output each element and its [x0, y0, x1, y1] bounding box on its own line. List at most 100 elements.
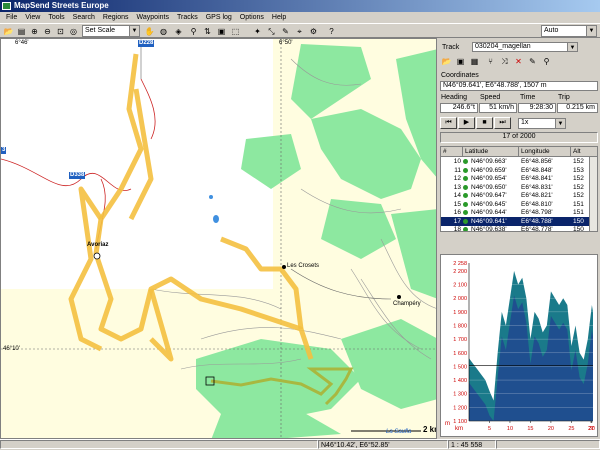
track-dropdown[interactable]: 030204_magellan ▼	[472, 42, 578, 52]
menu-search[interactable]: Search	[69, 12, 99, 23]
branch-icon[interactable]: ⑂	[485, 56, 496, 67]
col-altitude[interactable]: Alt	[571, 147, 597, 157]
status-coordinates: N46°10.42', E6°52.85'	[318, 440, 448, 449]
track-points-table[interactable]: # Latitude Longitude Alt 10 N46°09.663' E6…	[440, 146, 598, 232]
table-scrollbar[interactable]	[589, 157, 597, 231]
scale-dropdown[interactable]: Set Scale ▼	[82, 25, 140, 37]
binoculars-icon[interactable]: ⚲	[188, 26, 199, 37]
coordinates-field: N46°09.641', E6°48.788', 1507 m	[440, 81, 598, 91]
place-label: La Saufla	[386, 429, 412, 435]
row-number: 18	[453, 226, 461, 232]
globe-icon[interactable]: ◍	[158, 26, 169, 37]
y-tick-label: 2 200	[453, 269, 467, 275]
row-marker	[463, 225, 471, 231]
table-header: # Latitude Longitude Alt	[441, 147, 597, 157]
options-icon[interactable]: ⚙	[308, 26, 319, 37]
zoom-fit-icon[interactable]: ◎	[68, 26, 79, 37]
help-icon[interactable]: ?	[326, 26, 337, 37]
hand-pan-icon[interactable]: ✋	[144, 26, 155, 37]
y-tick-label: 1 300	[453, 392, 467, 398]
measure-icon[interactable]: ⌖	[294, 26, 305, 37]
y-tick-label: 1 900	[453, 310, 467, 316]
waypoint-icon[interactable]: ✦	[252, 26, 263, 37]
elevation-chart-canvas: 2 258 2 200 2 100 2 000 1 900 1 800 1 700 1 600…	[445, 261, 595, 432]
menu-view[interactable]: View	[21, 12, 44, 23]
menu-gps-log[interactable]: GPS log	[202, 12, 236, 23]
point-marker-icon	[463, 193, 468, 198]
map-canvas[interactable]	[1, 39, 437, 439]
fast-forward-button[interactable]: ⏭	[494, 117, 511, 129]
split-icon[interactable]: ⤨	[499, 56, 510, 67]
chevron-down-icon: ▼	[129, 26, 139, 36]
status-extra	[496, 440, 600, 449]
speed-multiplier-dropdown[interactable]: 1x ▼	[518, 118, 566, 129]
menu-options[interactable]: Options	[236, 12, 268, 23]
col-latitude[interactable]: Latitude	[463, 147, 519, 157]
open-icon[interactable]: 📂	[441, 56, 452, 67]
y-tick-label: 1 800	[453, 323, 467, 329]
speed-field: 51 km/h	[479, 103, 517, 113]
chevron-down-icon: ▼	[567, 43, 577, 51]
window-title: MapSend Streets Europe	[14, 1, 109, 10]
x-tick-label: 5	[488, 426, 491, 432]
pencil-icon[interactable]: ✎	[527, 56, 538, 67]
chevron-down-icon: ▼	[555, 119, 565, 128]
menu-tools[interactable]: Tools	[44, 12, 68, 23]
play-button[interactable]: ▶	[458, 117, 475, 129]
camera-icon[interactable]: ▣	[216, 26, 227, 37]
auto-dropdown[interactable]: Auto ▼	[541, 25, 597, 37]
open-folder-icon[interactable]: 📂	[3, 26, 14, 37]
road-badge: 3	[1, 147, 7, 154]
heading-label: Heading	[441, 94, 468, 101]
table-row[interactable]: 18 N46°09.638' E6°48.778' 150	[441, 225, 591, 232]
x-tick-label: 25	[568, 426, 574, 432]
x-unit-label: km	[455, 426, 463, 432]
point-marker-icon	[463, 227, 468, 231]
menu-help[interactable]: Help	[268, 12, 290, 23]
track-icon[interactable]: ⤡	[266, 26, 277, 37]
status-bar: N46°10.42', E6°52.85' 1 : 45 558	[0, 439, 600, 449]
delete-icon[interactable]: ✕	[513, 56, 524, 67]
menu-bar: File View Tools Search Regions Waypoints…	[0, 12, 600, 23]
map-grid-label: 46°10'	[3, 346, 20, 352]
rewind-button[interactable]: ⏮	[440, 117, 457, 129]
route-icon[interactable]: ⇅	[202, 26, 213, 37]
select-icon[interactable]: ⬚	[230, 26, 241, 37]
place-label: Champéry	[393, 301, 421, 307]
zoom-in-icon[interactable]: ⊕	[29, 26, 40, 37]
menu-file[interactable]: File	[2, 12, 21, 23]
zoom-out-icon[interactable]: ⊖	[42, 26, 53, 37]
point-marker-icon	[463, 167, 468, 173]
col-longitude[interactable]: Longitude	[519, 147, 571, 157]
pencil-icon[interactable]: ✎	[280, 26, 291, 37]
time-field: 9:28:30	[518, 103, 556, 113]
menu-tracks[interactable]: Tracks	[173, 12, 202, 23]
track-panel: Track 030204_magellan ▼ 📂 ▣ ▦ ⑂ ⤨ ✕ ✎ ⚲ …	[438, 38, 600, 439]
track-value: 030204_magellan	[475, 43, 531, 50]
point-marker-icon	[463, 218, 468, 224]
y-tick-label: 1 400	[453, 378, 467, 384]
x-tick-label: 15	[527, 426, 533, 432]
y-tick-label: 1 200	[453, 405, 467, 411]
save-icon[interactable]: ▣	[455, 56, 466, 67]
status-scale: 1 : 45 558	[448, 440, 496, 449]
stop-button[interactable]: ■	[476, 117, 493, 129]
menu-waypoints[interactable]: Waypoints	[133, 12, 173, 23]
grid-icon[interactable]: ▦	[469, 56, 480, 67]
menu-regions[interactable]: Regions	[99, 12, 133, 23]
row-longitude: E6°48.778'	[521, 226, 553, 232]
gps-icon[interactable]: ◈	[173, 26, 184, 37]
map-view[interactable]: 6°46' 6°50' 46°10' D228 D338 3 Avoriaz L…	[0, 38, 437, 439]
point-marker-icon	[463, 210, 468, 215]
x-tick-label: 27	[588, 426, 594, 432]
print-icon[interactable]: ▤	[16, 26, 27, 37]
road-badge: D228	[138, 40, 155, 47]
heading-field: 246.6°t	[440, 103, 478, 113]
app-icon	[2, 2, 11, 10]
col-number[interactable]: #	[441, 147, 463, 157]
binoculars-icon[interactable]: ⚲	[541, 56, 552, 67]
trip-field: 0.215 km	[557, 103, 598, 113]
place-label: Avoriaz	[87, 242, 109, 248]
map-grid-label: 6°46'	[15, 40, 29, 46]
zoom-box-icon[interactable]: ⊡	[55, 26, 66, 37]
